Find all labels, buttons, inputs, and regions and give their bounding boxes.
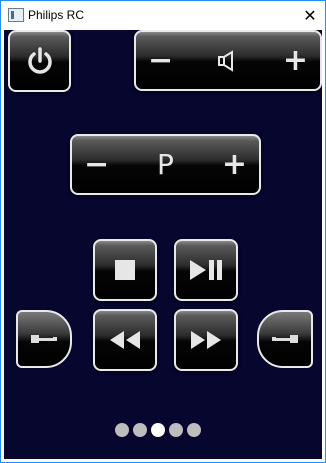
stop-icon xyxy=(115,260,135,280)
play-pause-button[interactable] xyxy=(174,239,238,301)
speaker-icon xyxy=(218,49,233,72)
rewind-icon xyxy=(110,331,140,349)
rewind-button[interactable] xyxy=(93,309,157,371)
stop-button[interactable] xyxy=(93,239,157,301)
page-dot-5[interactable] xyxy=(187,423,201,437)
power-button[interactable] xyxy=(8,30,71,92)
page-dot-2[interactable] xyxy=(133,423,147,437)
close-button[interactable]: ✕ xyxy=(295,1,325,29)
volume-down-button[interactable]: − xyxy=(148,45,173,76)
connector-icon xyxy=(31,335,57,343)
volume-control: − + xyxy=(134,30,322,91)
connector-icon xyxy=(272,335,298,343)
remote-panel: − + − P + xyxy=(4,30,322,459)
program-up-button[interactable]: + xyxy=(222,149,247,180)
source-right-button[interactable] xyxy=(257,310,313,368)
app-icon xyxy=(8,8,24,22)
volume-up-button[interactable]: + xyxy=(283,45,308,76)
page-dot-4[interactable] xyxy=(169,423,183,437)
fast-forward-icon xyxy=(191,331,221,349)
power-icon xyxy=(27,47,52,74)
title-bar: Philips RC ✕ xyxy=(1,1,325,29)
page-indicator xyxy=(115,423,201,437)
window-title: Philips RC xyxy=(28,8,85,22)
program-control: − P + xyxy=(70,134,261,195)
program-down-button[interactable]: − xyxy=(84,149,109,180)
source-left-button[interactable] xyxy=(16,310,72,368)
page-dot-3[interactable] xyxy=(151,423,165,437)
program-label: P xyxy=(157,147,174,181)
play-pause-icon xyxy=(190,260,222,280)
fast-forward-button[interactable] xyxy=(174,309,238,371)
page-dot-1[interactable] xyxy=(115,423,129,437)
app-window: Philips RC ✕ − + − P + xyxy=(0,0,326,463)
